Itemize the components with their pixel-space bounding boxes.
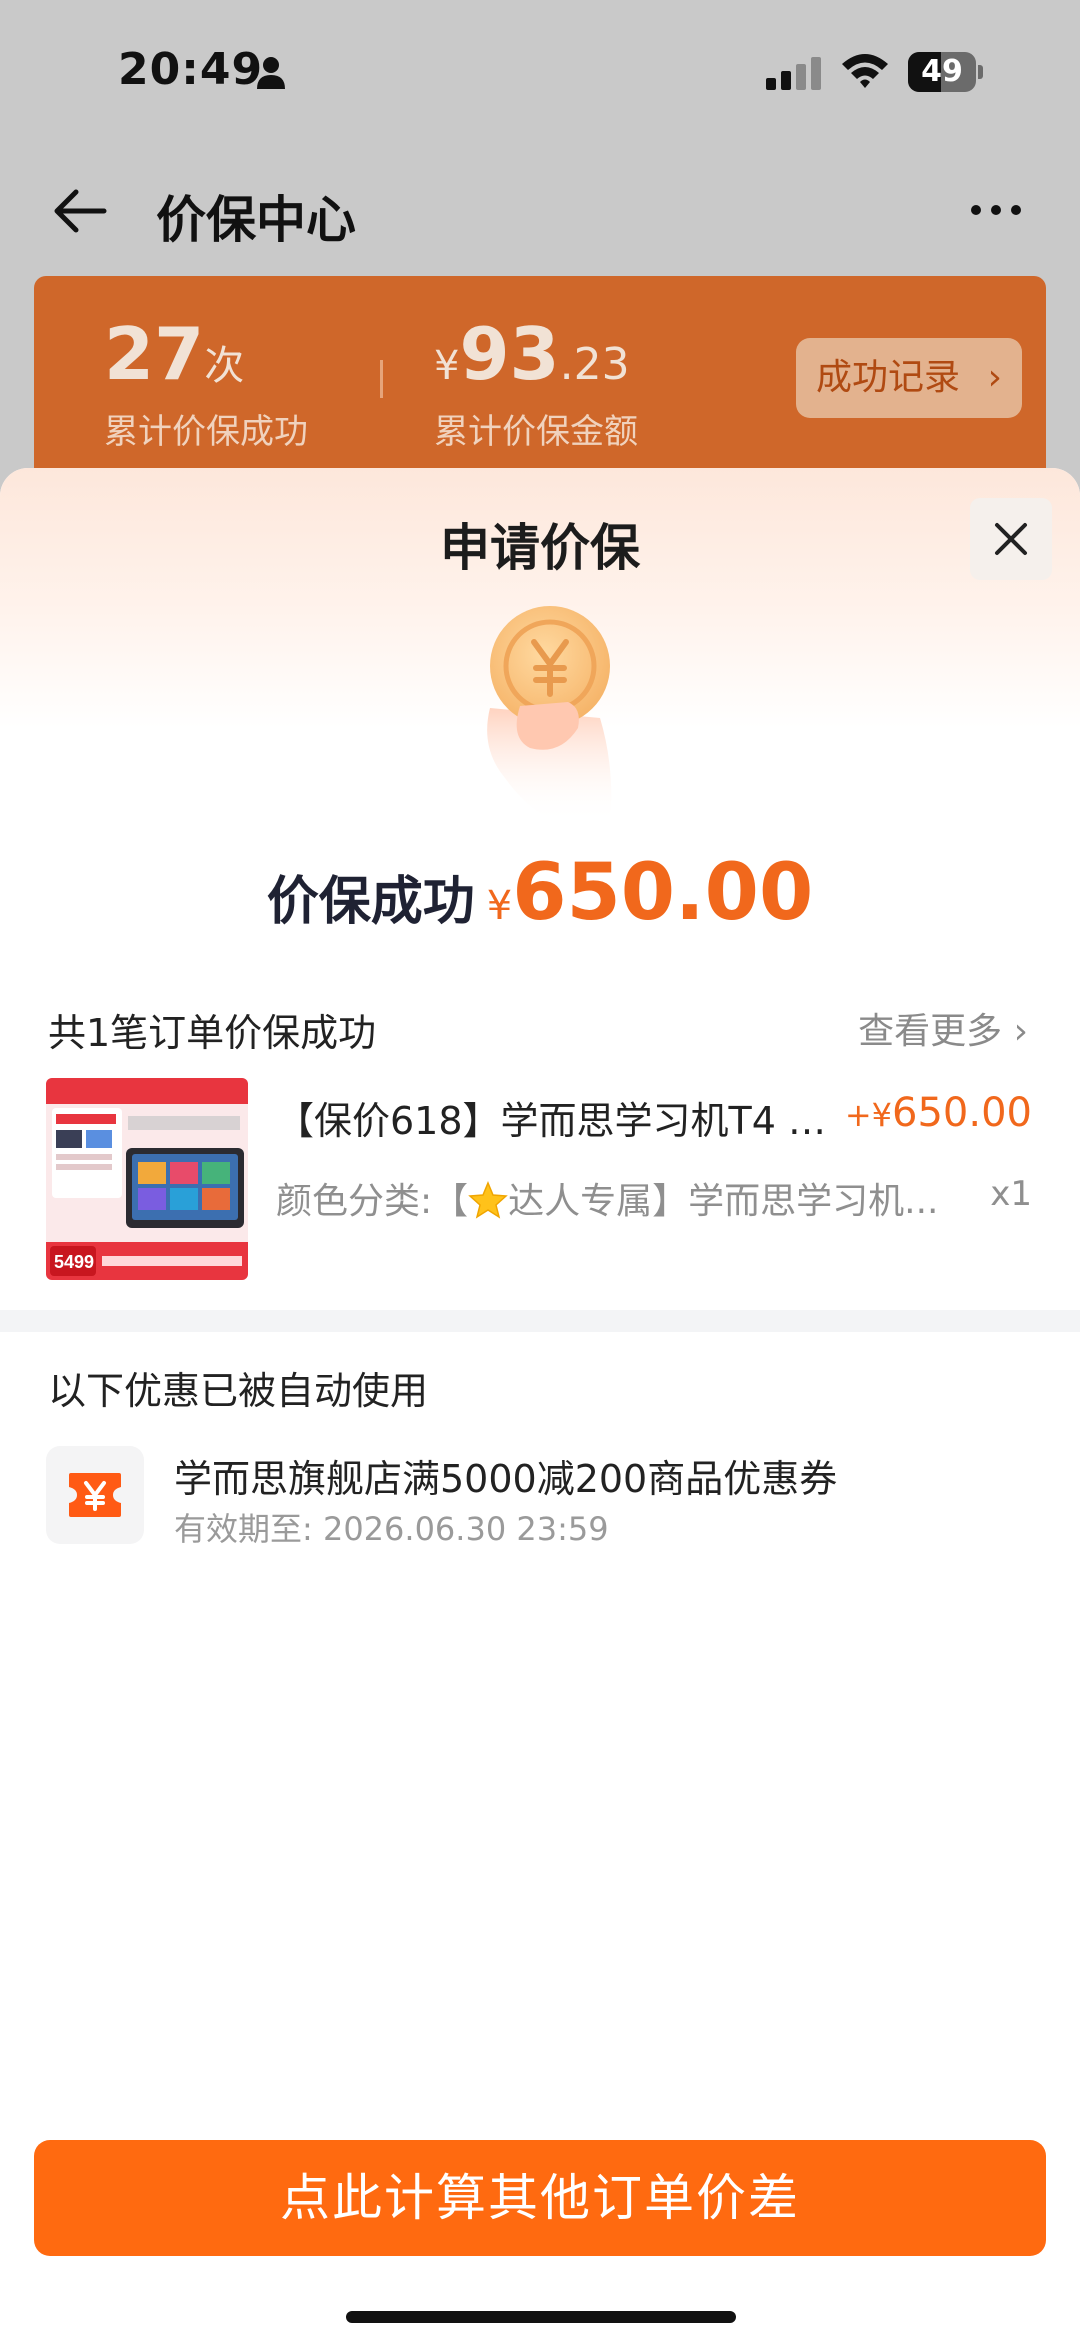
stats-divider	[380, 360, 383, 398]
price-currency: ¥	[871, 1096, 893, 1134]
calculate-other-orders-button[interactable]: 点此计算其他订单价差	[34, 2140, 1046, 2256]
spec-prefix: 颜色分类:【	[276, 1181, 469, 1222]
order-summary: 共1笔订单价保成功	[48, 1011, 377, 1055]
coupon-section-header: 以下优惠已被自动使用	[48, 1369, 429, 1413]
status-time: 20:49	[118, 44, 264, 95]
nav-bar: 价保中心	[0, 160, 1080, 260]
success-count-value: 27	[104, 312, 205, 396]
page-title: 价保中心	[156, 191, 356, 249]
chevron-right-icon: ›	[987, 357, 1002, 398]
success-amount-value: 650.00	[512, 848, 814, 938]
product-spec: 颜色分类:【 达人专属】学而思学习机...	[276, 1172, 996, 1224]
amount-currency: ¥	[434, 343, 460, 389]
product-quantity: x1	[990, 1174, 1032, 1214]
success-records-button[interactable]: 成功记录 ›	[796, 338, 1022, 418]
product-title[interactable]: 【保价618】学而思学习机T4 智...	[276, 1090, 846, 1145]
close-icon	[995, 523, 1027, 555]
amount-dec: .23	[559, 339, 630, 390]
price-value: 650.00	[892, 1090, 1032, 1136]
spec-rest: 达人专属】学而思学习机...	[508, 1181, 939, 1222]
success-amount: ¥93.23	[434, 312, 630, 396]
success-currency: ¥	[486, 883, 513, 929]
more-icon[interactable]	[968, 200, 1024, 220]
coupon-title: 学而思旗舰店满5000减200商品优惠券	[174, 1457, 838, 1501]
battery-level: 49	[921, 54, 963, 89]
price-protection-success: 价保成功 ¥650.00	[0, 848, 1080, 938]
wifi-icon	[842, 54, 888, 88]
coupon-yen-icon	[69, 1473, 121, 1517]
coupon-expiry: 有效期至: 2026.06.30 23:59	[174, 1510, 609, 1548]
records-button-label: 成功记录	[816, 357, 961, 398]
apply-price-protection-sheet: 申请价保 价保成功 ¥650.00 共1笔订单价保成功 查看更多 › 5499 …	[0, 468, 1080, 2341]
amount-int: 93	[459, 312, 560, 396]
coupon-icon-container	[46, 1446, 144, 1544]
success-count: 27次	[104, 312, 244, 396]
stats-banner: 27次 累计价保成功 ¥93.23 累计价保金额 成功记录 ›	[34, 276, 1046, 486]
close-button[interactable]	[970, 498, 1052, 580]
success-label: 价保成功	[266, 872, 475, 932]
see-more-link[interactable]: 查看更多 ›	[858, 1002, 1028, 1054]
thumb-price: 5499	[54, 1252, 94, 1272]
battery-indicator: 49	[908, 52, 983, 92]
status-bar: 20:49 49	[0, 0, 1080, 150]
see-more-label: 查看更多	[858, 1011, 1003, 1052]
coin-hand-icon	[487, 606, 612, 823]
chevron-right-icon: ›	[1013, 1011, 1028, 1052]
product-thumbnail[interactable]: 5499	[46, 1078, 248, 1280]
section-divider	[0, 1310, 1080, 1332]
success-count-label: 累计价保成功	[104, 412, 308, 452]
sheet-title: 申请价保	[440, 519, 640, 577]
product-refund-price: +¥650.00	[845, 1090, 1032, 1136]
success-count-unit: 次	[204, 343, 245, 389]
star-icon	[468, 1181, 508, 1219]
price-prefix: +	[844, 1096, 872, 1134]
signal-icon	[766, 57, 821, 90]
home-indicator[interactable]	[346, 2311, 736, 2323]
back-icon[interactable]	[52, 186, 108, 236]
success-amount-label: 累计价保金额	[434, 412, 638, 452]
person-icon	[257, 57, 285, 89]
